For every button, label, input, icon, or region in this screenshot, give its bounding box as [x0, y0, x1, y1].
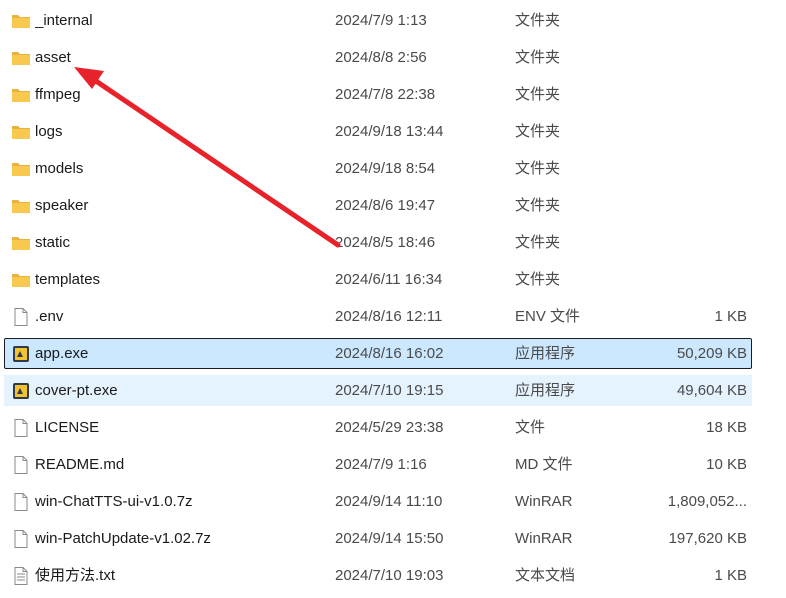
file-date: 2024/7/8 22:38	[335, 86, 436, 103]
file-type: WinRAR	[515, 493, 573, 510]
folder-icon	[11, 49, 31, 67]
file-size: 10 KB	[706, 456, 747, 473]
file-type: 文件夹	[515, 86, 561, 103]
folder-icon	[11, 197, 31, 215]
file-size	[645, 6, 747, 35]
file-icon	[11, 419, 31, 437]
file-date: 2024/8/16 12:11	[335, 308, 443, 325]
file-icon	[11, 493, 31, 511]
file-row-cover-pt-exe[interactable]: cover-pt.exe 2024/7/10 19:15 应用程序 49,604…	[4, 375, 752, 406]
file-date: 2024/9/18 8:54	[335, 160, 436, 177]
exe-icon	[11, 382, 31, 400]
file-date: 2024/7/10 19:15	[335, 382, 444, 399]
file-name: win-PatchUpdate-v1.02.7z	[35, 530, 211, 547]
file-name: 使用方法.txt	[35, 567, 116, 584]
file-name: ffmpeg	[35, 86, 81, 103]
file-name: models	[35, 160, 84, 177]
file-row-static[interactable]: static 2024/8/5 18:46 文件夹	[4, 227, 752, 258]
file-size: 49,604 KB	[676, 382, 747, 399]
file-size	[645, 117, 747, 146]
exe-icon	[11, 345, 31, 363]
file-row-speaker[interactable]: speaker 2024/8/6 19:47 文件夹	[4, 190, 752, 221]
file-date: 2024/8/5 18:46	[335, 234, 436, 251]
file-row-usage-txt[interactable]: 使用方法.txt 2024/7/10 19:03 文本文档 1 KB	[4, 560, 752, 591]
file-name: .env	[35, 308, 64, 325]
file-size	[645, 265, 747, 294]
file-type: 文件	[515, 419, 546, 436]
file-row-templates[interactable]: templates 2024/6/11 16:34 文件夹	[4, 264, 752, 295]
file-row-internal[interactable]: _internal 2024/7/9 1:13 文件夹	[4, 5, 752, 36]
file-name: win-ChatTTS-ui-v1.0.7z	[35, 493, 193, 510]
file-date: 2024/9/14 15:50	[335, 530, 444, 547]
file-size: 50,209 KB	[676, 345, 747, 362]
file-size: 1,809,052...	[667, 493, 747, 510]
file-row-readme[interactable]: README.md 2024/7/9 1:16 MD 文件 10 KB	[4, 449, 752, 480]
file-type: 应用程序	[515, 382, 576, 399]
file-date: 2024/7/10 19:03	[335, 567, 444, 584]
folder-icon	[11, 86, 31, 104]
file-date: 2024/8/8 2:56	[335, 49, 427, 66]
file-type: ENV 文件	[515, 308, 581, 325]
file-date: 2024/5/29 23:38	[335, 419, 444, 436]
folder-icon	[11, 123, 31, 141]
file-name: README.md	[35, 456, 125, 473]
file-date: 2024/9/18 13:44	[335, 123, 444, 140]
text-file-icon	[11, 567, 31, 585]
file-size	[645, 154, 747, 183]
file-icon	[11, 308, 31, 326]
file-icon	[11, 456, 31, 474]
file-name: static	[35, 234, 71, 251]
folder-icon	[11, 234, 31, 252]
file-type: 文件夹	[515, 197, 561, 214]
file-type: 文件夹	[515, 160, 561, 177]
folder-icon	[11, 12, 31, 30]
file-row-license[interactable]: LICENSE 2024/5/29 23:38 文件 18 KB	[4, 412, 752, 443]
file-type: 文件夹	[515, 123, 561, 140]
file-name: logs	[35, 123, 63, 140]
file-row-chattts-7z[interactable]: win-ChatTTS-ui-v1.0.7z 2024/9/14 11:10 W…	[4, 486, 752, 517]
file-type: 文件夹	[515, 234, 561, 251]
file-type: WinRAR	[515, 530, 573, 547]
file-type: 文件夹	[515, 12, 561, 29]
file-name: asset	[35, 49, 71, 66]
file-date: 2024/7/9 1:16	[335, 456, 427, 473]
file-size: 1 KB	[714, 308, 747, 325]
file-type: 文件夹	[515, 271, 561, 288]
file-size	[645, 228, 747, 257]
file-row-env[interactable]: .env 2024/8/16 12:11 ENV 文件 1 KB	[4, 301, 752, 332]
file-size	[645, 43, 747, 72]
file-row-ffmpeg[interactable]: ffmpeg 2024/7/8 22:38 文件夹	[4, 79, 752, 110]
file-name: speaker	[35, 197, 89, 214]
file-row-app-exe[interactable]: app.exe 2024/8/16 16:02 应用程序 50,209 KB	[4, 338, 752, 369]
file-date: 2024/9/14 11:10	[335, 493, 443, 510]
file-date: 2024/8/6 19:47	[335, 197, 436, 214]
folder-icon	[11, 160, 31, 178]
file-name: app.exe	[35, 345, 89, 362]
file-row-patchupdate-7z[interactable]: win-PatchUpdate-v1.02.7z 2024/9/14 15:50…	[4, 523, 752, 554]
file-name: LICENSE	[35, 419, 100, 436]
file-row-asset[interactable]: asset 2024/8/8 2:56 文件夹	[4, 42, 752, 73]
file-date: 2024/6/11 16:34	[335, 271, 443, 288]
folder-icon	[11, 271, 31, 289]
file-date: 2024/8/16 16:02	[335, 345, 444, 362]
file-size: 1 KB	[714, 567, 747, 584]
file-size: 18 KB	[706, 419, 747, 436]
file-size	[645, 191, 747, 220]
file-type: 文件夹	[515, 49, 561, 66]
file-name: templates	[35, 271, 101, 288]
file-size: 197,620 KB	[668, 530, 747, 547]
file-type: 应用程序	[515, 345, 576, 362]
file-row-logs[interactable]: logs 2024/9/18 13:44 文件夹	[4, 116, 752, 147]
file-row-models[interactable]: models 2024/9/18 8:54 文件夹	[4, 153, 752, 184]
file-name: _internal	[35, 12, 93, 29]
file-icon	[11, 530, 31, 548]
file-name: cover-pt.exe	[35, 382, 118, 399]
file-date: 2024/7/9 1:13	[335, 12, 427, 29]
file-type: MD 文件	[515, 456, 573, 473]
file-list: _internal 2024/7/9 1:13 文件夹 asset 2024/8…	[0, 0, 786, 598]
file-size	[645, 80, 747, 109]
file-type: 文本文档	[515, 567, 576, 584]
